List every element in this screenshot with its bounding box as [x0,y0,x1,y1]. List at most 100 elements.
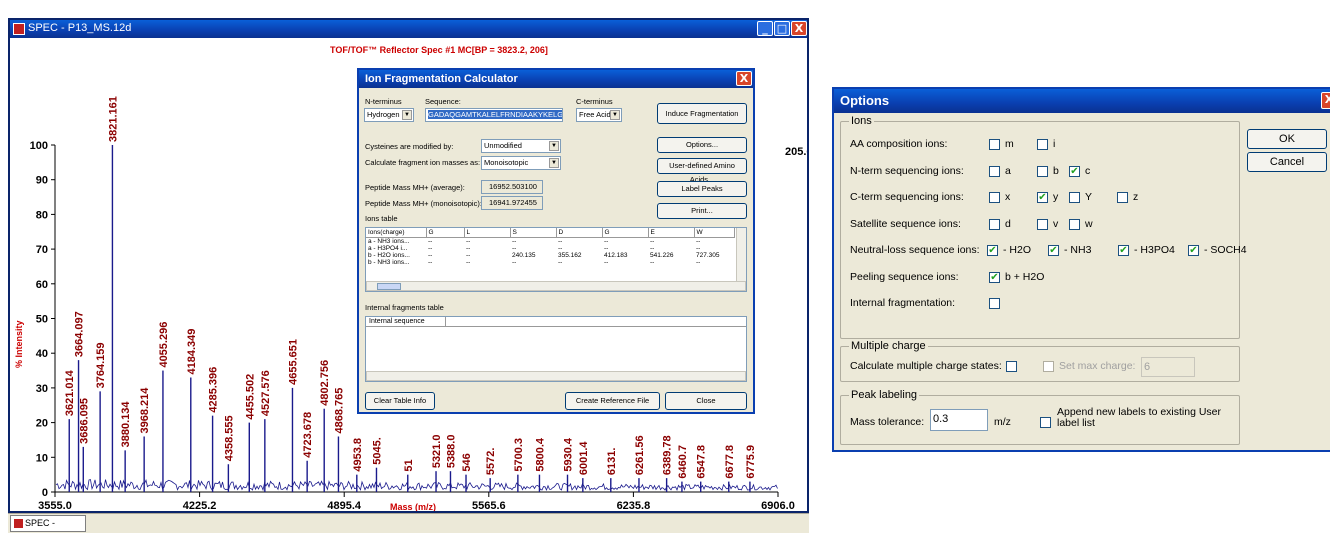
ion-option-checkbox[interactable] [1069,218,1080,230]
cancel-button[interactable]: Cancel [1247,152,1327,172]
ion-option-label: - H2O [1003,244,1032,256]
ions-table[interactable]: Ions(charge) G L S D G E W a - NH3 ions.… [365,227,747,292]
table-cell: -- [512,258,517,266]
peak-label: 6547.8 [696,445,708,479]
ion-option-checkbox[interactable] [989,298,1000,309]
n-terminus-select[interactable]: Hydrogen ▼ [364,108,414,122]
table-cell: -- [428,244,433,252]
calc-masses-label: Calculate fragment ion masses as: [365,158,481,167]
ion-option-checkbox[interactable]: ✔ [987,245,998,256]
ion-option-checkbox[interactable]: ✔ [1069,165,1080,177]
options-close-icon[interactable]: X [1321,92,1330,109]
table-row[interactable]: b - NH3 ions... -- -- -- -- -- -- -- [366,259,734,266]
table-row[interactable]: b - H2O ions... -- -- 240.135 355.162 412.183… [366,252,734,259]
ion-option-checkbox[interactable]: ✔ [1188,245,1199,256]
ion-option-checkbox[interactable] [989,192,1000,203]
ion-option-checkbox[interactable] [1037,165,1048,177]
table-row[interactable]: a - H3PO4 i... -- -- -- -- -- -- -- [366,245,734,252]
peak-labeling-group-label: Peak labeling [849,389,920,401]
internal-table-hscroll[interactable] [366,371,746,381]
cysteines-select[interactable]: Unmodified ▼ [481,139,561,153]
ion-option-checkbox[interactable]: ✔ [1048,245,1059,256]
table-cell: -- [428,251,433,259]
mass-tolerance-input[interactable]: 0.3 [930,409,988,431]
ions-table-hscroll[interactable] [366,281,746,291]
y-tick-label: 0 [42,487,48,499]
ion-option-checkbox[interactable] [1069,192,1080,203]
ion-option-checkbox[interactable]: ✔ [989,271,1000,283]
options-button[interactable]: Options... [657,137,747,153]
internal-header-filler [446,317,746,327]
ion-option-checkbox[interactable] [1117,192,1128,203]
append-labels-checkbox[interactable] [1040,417,1051,428]
scroll-thumb[interactable] [377,283,401,290]
calc-masses-select[interactable]: Monoisotopic ▼ [481,156,561,170]
table-cell: -- [696,237,701,245]
internal-fragments-table[interactable]: Internal sequence [365,316,747,382]
avg-mass-label: Peptide Mass MH+ (average): [365,183,465,192]
induce-fragmentation-button[interactable]: Induce Fragmentation [657,103,747,124]
c-terminus-value: Free Acid [579,110,611,119]
peak-label: 6131. [606,448,618,476]
mono-mass-label: Peptide Mass MH+ (monoisotopic): [365,199,482,208]
table-cell: -- [558,237,563,245]
spec-titlebar[interactable]: SPEC - P13_MS.12d _ □ X [10,20,807,38]
set-max-charge-input[interactable]: 6 [1141,357,1195,377]
ion-option-checkbox[interactable] [989,218,1000,230]
peak-label: 4527.576 [260,370,272,416]
sequence-input[interactable]: GADAQGAMTKALELFRNDIAAKYKELGFQG [425,108,563,122]
ion-row-label: Neutral-loss sequence ions: [850,244,980,256]
ion-option-checkbox[interactable] [989,139,1000,150]
y-tick-label: 80 [36,209,48,221]
maximize-button[interactable]: □ [774,21,790,36]
table-row[interactable]: a - NH3 ions... -- -- -- -- -- -- -- [366,237,734,245]
ions-group-label: Ions [849,115,874,127]
ions-table-vscroll[interactable] [736,228,746,281]
peak-label: 5800.4 [534,437,546,472]
calc-multiple-charge-label: Calculate multiple charge states: [850,360,1002,372]
ion-option-label: w [1085,217,1093,230]
print-button[interactable]: Print... [657,203,747,219]
ion-option-label: z [1133,191,1139,203]
create-reference-file-button[interactable]: Create Reference File [565,392,660,410]
ion-option-checkbox[interactable] [989,165,1000,177]
peak-label: 3968.214 [139,387,151,434]
ions-col-header: W [694,228,735,238]
minimize-button[interactable]: _ [757,21,773,36]
table-cell: -- [604,237,609,245]
table-cell: b - H2O ions... [368,251,410,259]
y-axis-label: % Intensity [14,320,24,368]
ion-option-checkbox[interactable]: ✔ [1118,245,1129,256]
x-tick-label: 4225.2 [183,500,217,511]
ions-col-header: Ions(charge) [366,228,427,238]
sequence-label: Sequence: [425,97,461,106]
peak-label: 6677.8 [724,445,736,479]
close-button[interactable]: X [791,21,807,36]
ok-button[interactable]: OK [1247,129,1327,149]
ion-option-label: b + H2O [1005,270,1045,283]
ion-row-label: Internal fragmentation: [850,297,956,309]
chevron-down-icon: ▼ [549,141,559,151]
ifc-titlebar[interactable]: Ion Fragmentation Calculator X [359,70,753,88]
peak-label: 4868.765 [333,388,345,434]
c-terminus-select[interactable]: Free Acid ▼ [576,108,622,122]
spec-minimized-tab[interactable]: SPEC - P13_... [10,515,86,532]
set-max-charge-checkbox[interactable] [1043,361,1054,372]
ion-option-checkbox[interactable]: ✔ [1037,192,1048,203]
peak-label: 5321.0 [431,435,443,469]
peak-label: 4358.555 [223,415,235,461]
user-defined-amino-acids-button[interactable]: User-defined Amino Acids... [657,158,747,184]
peak-label: 3686.095 [78,398,90,444]
peak-label: 4802.756 [319,360,331,406]
ion-option-checkbox[interactable] [1037,139,1048,150]
table-cell: -- [696,258,701,266]
ifc-close-button[interactable]: Close [665,392,747,410]
calc-multiple-charge-checkbox[interactable] [1006,361,1017,372]
ifc-close-icon[interactable]: X [736,71,752,86]
mass-tolerance-label: Mass tolerance: [850,416,925,428]
label-peaks-button[interactable]: Label Peaks [657,181,747,197]
options-titlebar[interactable]: Options X [834,89,1330,113]
clear-table-info-button[interactable]: Clear Table Info [365,392,435,410]
ion-option-checkbox[interactable] [1037,218,1048,230]
table-cell: 412.183 [604,251,628,259]
